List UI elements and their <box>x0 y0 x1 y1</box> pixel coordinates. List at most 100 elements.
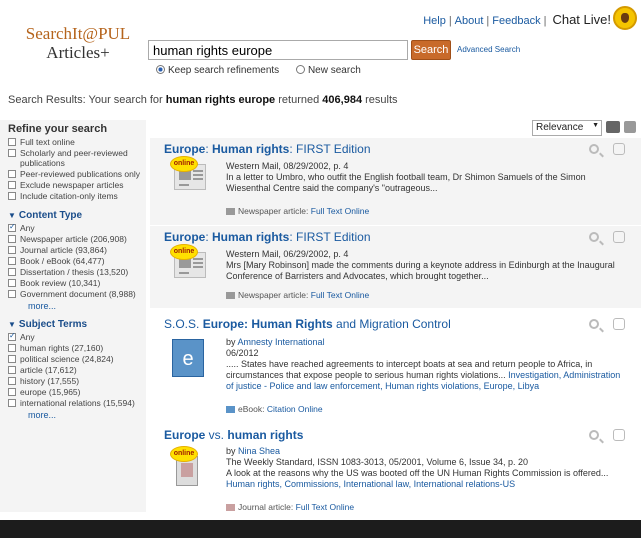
checkbox-icon <box>8 290 16 298</box>
checkbox-icon <box>8 399 16 407</box>
chat-link[interactable]: Chat Live! <box>552 12 611 27</box>
checkbox-icon <box>8 257 16 265</box>
refine-title: Refine your search <box>8 123 108 135</box>
newspaper-small-icon <box>226 292 235 299</box>
footer-bar <box>0 520 641 538</box>
save-folder-icon[interactable] <box>613 231 625 243</box>
content-type-option[interactable]: Book review (10,341) <box>0 278 146 288</box>
subject-option[interactable]: Any <box>0 331 146 342</box>
header: SearchIt@PUL Articles+ Help | About | Feedba… <box>0 0 641 86</box>
content-type-option[interactable]: Dissertation / thesis (13,520) <box>0 267 146 277</box>
subject-option[interactable]: article (17,612) <box>0 365 146 375</box>
chat-icon[interactable] <box>613 6 637 30</box>
result-title[interactable]: S.O.S. Europe: Human Rights and Migratio… <box>164 317 451 331</box>
subject-links[interactable]: Human rights, Commissions, International… <box>226 479 623 490</box>
result-details: by Amnesty International 06/2012 ..... S… <box>226 337 621 391</box>
content-type-option[interactable]: Any <box>0 222 146 233</box>
about-link[interactable]: About <box>455 15 484 27</box>
search-input[interactable] <box>148 40 408 60</box>
result-title[interactable]: Europe: Human rights: FIRST Edition <box>164 142 371 156</box>
preview-icon[interactable] <box>589 232 599 242</box>
print-icon[interactable] <box>606 121 620 133</box>
full-text-link[interactable]: Full Text Online <box>311 290 369 300</box>
online-badge: online <box>170 446 198 462</box>
checkbox-icon <box>8 344 16 352</box>
triangle-down-icon: ▼ <box>8 211 16 220</box>
subject-option[interactable]: history (17,555) <box>0 376 146 386</box>
result-details: Western Mail, 06/29/2002, p. 4 Mrs [Mary… <box>226 249 615 281</box>
subject-option[interactable]: international relations (15,594) <box>0 398 146 408</box>
newspaper-thumbnail[interactable]: online <box>170 156 208 196</box>
checkbox-icon <box>8 181 16 189</box>
result-title[interactable]: Europe: Human rights: FIRST Edition <box>164 230 371 244</box>
new-search-option[interactable]: New search <box>295 65 361 76</box>
sort-select[interactable]: Relevance <box>532 120 602 136</box>
result-type: Newspaper article: Full Text Online <box>226 206 369 216</box>
checkbox-icon <box>8 268 16 276</box>
refine-option[interactable]: Include citation-only items <box>0 191 146 201</box>
refine-option[interactable]: Full text online <box>0 137 146 147</box>
feedback-link[interactable]: Feedback <box>492 15 540 27</box>
full-text-link[interactable]: Full Text Online <box>311 206 369 216</box>
content-type-option[interactable]: Journal article (93,864) <box>0 245 146 255</box>
subject-option[interactable]: political science (24,824) <box>0 354 146 364</box>
logo[interactable]: SearchIt@PUL Articles+ <box>18 24 138 62</box>
content-type-option[interactable]: Newspaper article (206,908) <box>0 234 146 244</box>
checkbox-icon <box>8 149 16 157</box>
result-item: Europe: Human rights: FIRST Edition onli… <box>150 138 641 225</box>
citation-link[interactable]: Citation Online <box>267 404 323 414</box>
newspaper-thumbnail[interactable]: online <box>170 244 208 284</box>
author-link[interactable]: Amnesty International <box>238 337 325 347</box>
checkbox-icon <box>8 246 16 254</box>
save-folder-icon[interactable] <box>613 429 625 441</box>
result-type: Journal article: Full Text Online <box>226 502 354 512</box>
online-badge: online <box>170 156 198 172</box>
refine-option[interactable]: Exclude newspaper articles <box>0 180 146 190</box>
save-folder-icon[interactable] <box>613 143 625 155</box>
checkbox-icon <box>8 366 16 374</box>
results-summary: Search Results: Your search for human ri… <box>8 94 398 106</box>
logo-line1: SearchIt@PUL <box>25 24 131 43</box>
checkbox-icon <box>8 388 16 396</box>
checkbox-icon <box>8 279 16 287</box>
subject-option[interactable]: europe (15,965) <box>0 387 146 397</box>
top-links: Help | About | Feedback | Chat Live! <box>423 12 611 27</box>
ebook-thumbnail[interactable]: e <box>170 337 208 377</box>
sidebar: Refine your search Full text online Scho… <box>0 120 146 512</box>
content-type-more-link[interactable]: more... <box>0 300 146 311</box>
result-item: Europe: Human rights: FIRST Edition onli… <box>150 226 641 308</box>
checkbox-icon <box>8 235 16 243</box>
result-details: by Nina Shea The Weekly Standard, ISSN 1… <box>226 446 623 490</box>
preview-icon[interactable] <box>589 144 599 154</box>
content-type-option[interactable]: Book / eBook (64,477) <box>0 256 146 266</box>
result-type: eBook: Citation Online <box>226 404 323 414</box>
checkbox-icon <box>8 138 16 146</box>
subject-terms-heading[interactable]: ▼ Subject Terms <box>0 311 146 332</box>
search-button[interactable]: Search <box>411 40 451 60</box>
logo-line2: Articles+ <box>46 43 110 62</box>
author-link[interactable]: Nina Shea <box>238 446 280 456</box>
checkbox-checked-icon <box>8 331 16 341</box>
checkbox-icon <box>8 170 16 178</box>
rss-icon[interactable] <box>624 121 636 133</box>
keep-refinements-option[interactable]: Keep search refinements <box>156 65 279 76</box>
help-link[interactable]: Help <box>423 15 446 27</box>
result-item: S.O.S. Europe: Human Rights and Migratio… <box>150 313 641 423</box>
content-type-option[interactable]: Government document (8,988) <box>0 289 146 299</box>
refine-option[interactable]: Scholarly and peer-reviewed publications <box>0 148 146 168</box>
result-details: Western Mail, 08/29/2002, p. 4 In a lett… <box>226 161 586 193</box>
journal-thumbnail[interactable]: online <box>170 446 208 486</box>
full-text-link[interactable]: Full Text Online <box>296 502 354 512</box>
newspaper-small-icon <box>226 208 235 215</box>
save-folder-icon[interactable] <box>613 318 625 330</box>
advanced-search-link[interactable]: Advanced Search <box>457 45 520 54</box>
result-title[interactable]: Europe vs. human rights <box>164 428 303 442</box>
preview-icon[interactable] <box>589 319 599 329</box>
subject-option[interactable]: human rights (27,160) <box>0 343 146 353</box>
preview-icon[interactable] <box>589 430 599 440</box>
radio-on-icon <box>156 65 165 74</box>
content-type-heading[interactable]: ▼ Content Type <box>0 202 146 223</box>
checkbox-checked-icon <box>8 222 16 232</box>
refine-option[interactable]: Peer-reviewed publications only <box>0 169 146 179</box>
subject-terms-more-link[interactable]: more... <box>0 409 146 420</box>
